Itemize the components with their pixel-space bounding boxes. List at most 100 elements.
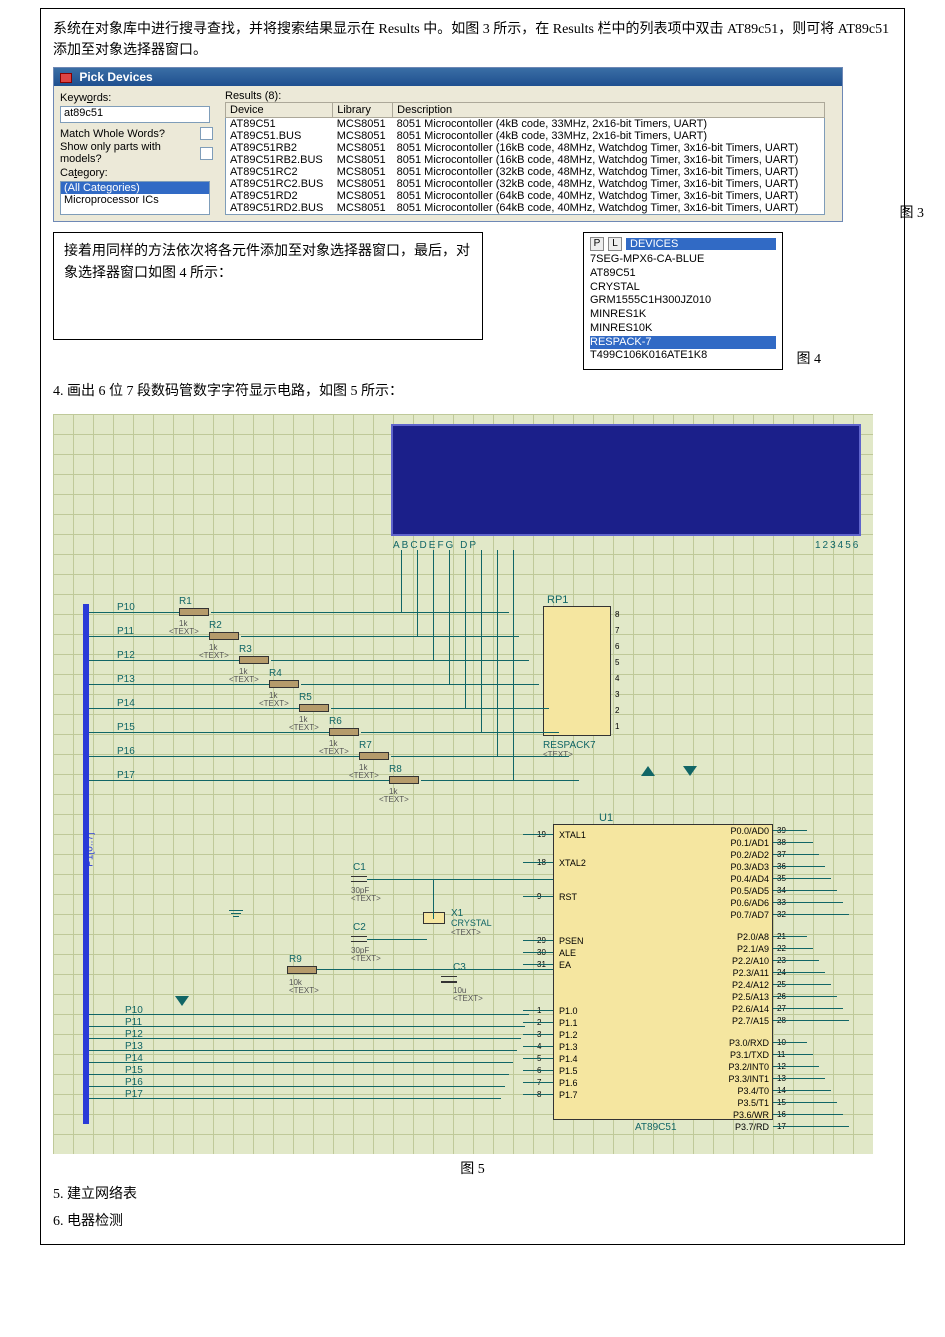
wire [523, 1082, 553, 1083]
figure-4-label: 图 4 [797, 348, 822, 368]
wire [773, 1020, 849, 1021]
table-cell: AT89C51RB2 [226, 142, 333, 154]
col-library[interactable]: Library [333, 103, 393, 118]
category-listbox[interactable]: (All Categories) Microprocessor ICs [60, 181, 210, 215]
wire [773, 866, 825, 867]
pin-name: P0.0/AD0 [705, 826, 769, 836]
table-row[interactable]: AT89C51MCS80518051 Microcontoller (4kB c… [226, 118, 825, 131]
resistor[interactable] [389, 776, 419, 784]
keywords-input[interactable]: at89c51 [60, 106, 210, 123]
pin-name: P2.4/A12 [705, 980, 769, 990]
wire [773, 1102, 837, 1103]
results-table[interactable]: Device Library Description AT89C51MCS805… [225, 102, 825, 215]
rp1-pin-number: 1 [615, 722, 619, 731]
wire [317, 969, 553, 970]
respack-rp1[interactable] [543, 606, 611, 736]
resistor-text: <TEXT> [379, 795, 409, 804]
u1-ref: U1 [599, 812, 613, 824]
show-only-models-checkbox[interactable] [200, 147, 213, 160]
wire [241, 636, 519, 637]
resistor-ref: R1 [179, 596, 192, 607]
resistor-ref: R5 [299, 692, 312, 703]
list-item[interactable]: CRYSTAL [590, 281, 776, 295]
table-row[interactable]: AT89C51.BUSMCS80518051 Microcontoller (4… [226, 130, 825, 142]
ground-arrow-icon [175, 996, 189, 1006]
table-row[interactable]: AT89C51RB2.BUSMCS80518051 Microcontoller… [226, 154, 825, 166]
ground-icon [683, 766, 697, 776]
table-row[interactable]: AT89C51RB2MCS80518051 Microcontoller (16… [226, 142, 825, 154]
resistor-r9[interactable] [287, 966, 317, 974]
ground-icon [229, 910, 243, 917]
table-cell: 8051 Microcontoller (16kB code, 48MHz, W… [393, 154, 825, 166]
devices-p-button[interactable]: P [590, 237, 604, 251]
list-item[interactable]: MINRES1K [590, 308, 776, 322]
resistor-text: <TEXT> [349, 771, 379, 780]
wire [773, 1126, 849, 1127]
pin-name: P1.1 [559, 1018, 578, 1028]
wire [773, 1066, 819, 1067]
figure-3-label: 图 3 [900, 202, 925, 222]
table-row[interactable]: AT89C51RC2.BUSMCS80518051 Microcontoller… [226, 178, 825, 190]
list-item[interactable]: T499C106K016ATE1K8 [590, 349, 776, 363]
pin-name: ALE [559, 948, 576, 958]
wire [89, 1050, 517, 1051]
resistor[interactable] [179, 608, 209, 616]
resistor[interactable] [269, 680, 299, 688]
wire [433, 550, 434, 660]
pin-name: P2.0/A8 [705, 932, 769, 942]
resistor-text: <TEXT> [319, 747, 349, 756]
wire [523, 1094, 553, 1095]
capacitor-c1[interactable] [351, 876, 367, 882]
resistor[interactable] [299, 704, 329, 712]
pin-name: P3.2/INT0 [705, 1062, 769, 1072]
table-row[interactable]: AT89C51RD2MCS80518051 Microcontoller (64… [226, 190, 825, 202]
devices-l-button[interactable]: L [608, 237, 622, 251]
list-item[interactable]: MINRES10K [590, 322, 776, 336]
c2-text: <TEXT> [351, 954, 381, 963]
capacitor-c3[interactable] [441, 976, 457, 984]
wire [89, 780, 389, 781]
resistor[interactable] [329, 728, 359, 736]
wire [331, 708, 549, 709]
category-item-selected[interactable]: (All Categories) [61, 182, 209, 194]
pin-name: P1.0 [559, 1006, 578, 1016]
wire [523, 1022, 553, 1023]
list-item[interactable]: 7SEG-MPX6-CA-BLUE [590, 253, 776, 267]
table-cell: MCS8051 [333, 142, 393, 154]
resistor[interactable] [239, 656, 269, 664]
wire [449, 550, 450, 684]
resistor-text: <TEXT> [229, 675, 259, 684]
match-whole-words-checkbox[interactable] [200, 127, 213, 140]
resistor[interactable] [359, 752, 389, 760]
crystal-x1[interactable] [423, 912, 445, 924]
table-row[interactable]: AT89C51RC2MCS80518051 Microcontoller (32… [226, 166, 825, 178]
wire [773, 1008, 843, 1009]
wire [361, 732, 559, 733]
pin-name: P1.4 [559, 1054, 578, 1064]
c3-ref: C3 [453, 962, 466, 973]
devices-header: DEVICES [626, 238, 776, 250]
category-item[interactable]: Microprocessor ICs [61, 194, 209, 206]
col-device[interactable]: Device [226, 103, 333, 118]
devices-list[interactable]: 7SEG-MPX6-CA-BLUEAT89C51CRYSTALGRM1555C1… [590, 253, 776, 363]
table-row[interactable]: AT89C51RD2.BUSMCS80518051 Microcontoller… [226, 202, 825, 215]
wire [773, 960, 819, 961]
resistor-ref: R4 [269, 668, 282, 679]
capacitor-c2[interactable] [351, 936, 367, 942]
pin-name: P1.2 [559, 1030, 578, 1040]
list-item[interactable]: RESPACK-7 [590, 336, 776, 350]
seven-segment-display[interactable] [391, 424, 861, 536]
resistor[interactable] [209, 632, 239, 640]
list-item[interactable]: AT89C51 [590, 267, 776, 281]
list-item[interactable]: GRM1555C1H300JZ010 [590, 294, 776, 308]
wire [89, 1074, 509, 1075]
wire [89, 1098, 501, 1099]
wire [523, 834, 553, 835]
col-description[interactable]: Description [393, 103, 825, 118]
intro-paragraph: 系统在对象库中进行搜寻查找，并将搜索结果显示在 Results 中。如图 3 所… [53, 19, 892, 61]
schematic-canvas[interactable]: ABCDEFG DP 123456 P1[0..7] RP1 87654321 … [53, 414, 873, 1154]
table-cell: AT89C51RD2 [226, 190, 333, 202]
wire [773, 996, 837, 997]
rp1-pin-number: 7 [615, 626, 619, 635]
rp1-pin-number: 5 [615, 658, 619, 667]
